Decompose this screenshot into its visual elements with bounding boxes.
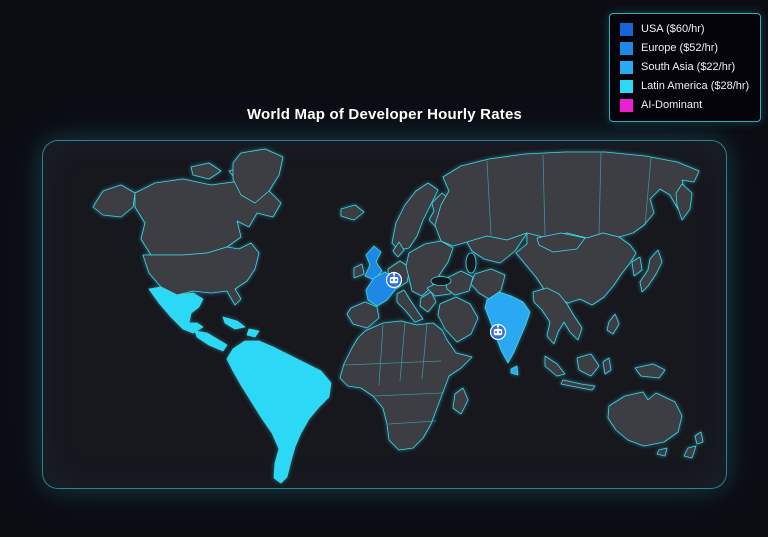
country-ireland [354,264,364,278]
world-map [43,141,727,489]
caspian-sea [466,253,476,273]
legend-swatch-usa [620,23,633,36]
countries-layer [93,149,703,483]
country-cuba [223,317,245,329]
legend-label-south-asia: South Asia ($22/hr) [641,61,735,74]
country-madagascar [453,388,468,414]
robot-eye-icon [499,331,501,333]
robot-antenna-tip-icon [497,325,499,327]
legend-label-ai-dominant: AI-Dominant [641,99,702,112]
island-tasmania [657,448,667,456]
robot-eye-icon [495,331,497,333]
legend-item-south-asia[interactable]: South Asia ($22/hr) [620,61,750,74]
country-korea [632,257,642,276]
region-africa [340,321,472,450]
island-nz-north [695,432,703,444]
island-borneo [577,354,599,376]
country-iceland [341,205,364,220]
legend-swatch-europe [620,42,633,55]
canvas: USA ($60/hr) Europe ($52/hr) South Asia … [0,0,768,537]
legend-item-latin-america[interactable]: Latin America ($28/hr) [620,80,750,93]
island-new-guinea [635,364,665,378]
country-russia [435,152,699,246]
legend-swatch-latin-america [620,80,633,93]
ai-marker-india[interactable] [491,325,506,340]
robot-eye-icon [395,279,397,281]
legend-swatch-ai-dominant [620,99,633,112]
legend-item-ai-dominant[interactable]: AI-Dominant [620,99,750,112]
region-central-america [195,331,227,351]
robot-antenna-tip-icon [393,273,395,275]
island-java [561,380,595,390]
legend-label-usa: USA ($60/hr) [641,23,705,36]
arctic-island [191,163,221,179]
legend-swatch-south-asia [620,61,633,74]
legend-item-usa[interactable]: USA ($60/hr) [620,23,750,36]
robot-eye-icon [391,279,393,281]
legend-label-europe: Europe ($52/hr) [641,42,718,55]
legend-item-europe[interactable]: Europe ($52/hr) [620,42,750,55]
island-philippines [607,314,619,334]
region-south-america [227,341,331,483]
region-kamchatka [676,184,692,220]
country-japan [640,250,662,292]
island-sumatra [545,356,565,376]
ai-marker-europe[interactable] [387,273,402,288]
black-sea [431,277,451,286]
map-panel [42,140,727,489]
legend-label-latin-america: Latin America ($28/hr) [641,80,749,93]
region-iberia [347,302,379,328]
country-alaska [93,185,135,217]
country-australia [608,392,682,446]
country-hispaniola [247,329,259,337]
country-sri-lanka [511,366,518,375]
legend: USA ($60/hr) Europe ($52/hr) South Asia … [609,13,761,122]
island-sulawesi [603,358,611,374]
island-nz-south [684,446,696,458]
